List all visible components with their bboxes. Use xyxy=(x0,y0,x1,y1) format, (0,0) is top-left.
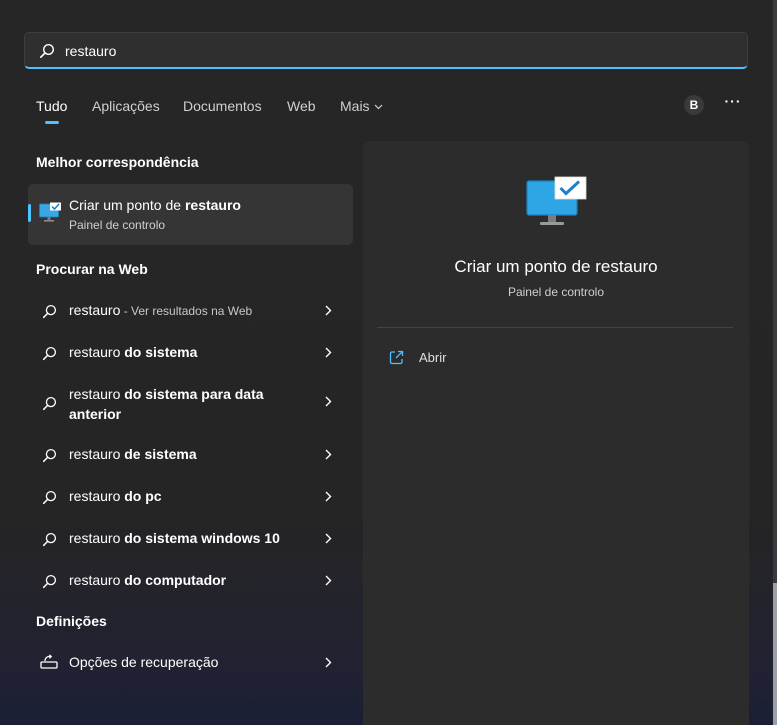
result-plain: restauro xyxy=(69,446,125,462)
search-icon xyxy=(39,43,55,58)
chevron-right-icon xyxy=(325,449,332,460)
settings-result-label: Opções de recuperação xyxy=(69,654,219,670)
tab-all[interactable]: Tudo xyxy=(36,98,67,114)
open-action-label: Abrir xyxy=(419,350,447,365)
settings-result-item[interactable]: Opções de recuperação xyxy=(28,644,353,680)
result-plain: restauro xyxy=(69,572,125,588)
chevron-right-icon xyxy=(325,396,332,407)
search-icon xyxy=(42,532,57,547)
chevron-right-icon xyxy=(325,347,332,358)
search-icon xyxy=(42,396,57,411)
web-result-label: restauro do pc xyxy=(69,486,309,506)
web-result-item[interactable]: restauro do sistema para data anterior xyxy=(28,376,353,426)
result-bold: do sistema windows 10 xyxy=(124,530,280,546)
web-result-label: restauro - Ver resultados na Web xyxy=(69,300,309,321)
web-result-label: restauro do sistema xyxy=(69,342,309,362)
best-match-title: Criar um ponto de restauro xyxy=(69,197,241,213)
best-match-title-prefix: Criar um ponto de xyxy=(69,197,185,213)
ellipsis-icon[interactable]: ··· xyxy=(723,93,743,113)
web-result-label: restauro do sistema windows 10 xyxy=(69,528,309,548)
search-icon xyxy=(42,448,57,463)
divider xyxy=(377,327,733,328)
best-match-item[interactable]: Criar um ponto de restauro Painel de con… xyxy=(28,184,353,245)
search-input[interactable] xyxy=(65,40,715,62)
chevron-right-icon xyxy=(325,491,332,502)
search-icon xyxy=(42,574,57,589)
web-result-item[interactable]: restauro do sistema windows 10 xyxy=(28,520,353,556)
result-bold: do computador xyxy=(124,572,227,588)
monitor-check-icon xyxy=(526,176,587,225)
section-web-search: Procurar na Web xyxy=(36,261,148,277)
chevron-right-icon xyxy=(325,533,332,544)
result-plain: restauro xyxy=(69,386,125,402)
tab-documents[interactable]: Documentos xyxy=(183,98,262,114)
chevron-right-icon xyxy=(325,305,332,316)
result-plain: restauro xyxy=(69,344,125,360)
detail-subtitle: Painel de controlo xyxy=(507,285,605,299)
result-plain: restauro xyxy=(69,488,125,504)
result-sub: - Ver resultados na Web xyxy=(120,304,253,318)
web-result-item[interactable]: restauro do computador xyxy=(28,562,353,598)
result-plain: restauro xyxy=(69,530,125,546)
active-tab-indicator xyxy=(45,121,59,124)
search-icon xyxy=(42,490,57,505)
monitor-check-icon xyxy=(39,202,61,222)
open-action[interactable]: Abrir xyxy=(389,348,589,368)
section-settings: Definições xyxy=(36,613,107,629)
web-result-label: restauro do sistema para data anterior xyxy=(69,384,279,424)
open-external-icon xyxy=(389,350,404,365)
tab-web[interactable]: Web xyxy=(287,98,316,114)
search-icon xyxy=(42,346,57,361)
result-plain: restauro xyxy=(69,302,121,318)
web-result-item[interactable]: restauro de sistema xyxy=(28,436,353,472)
result-bold: do pc xyxy=(124,488,162,504)
search-box[interactable] xyxy=(24,32,748,69)
web-result-label: restauro de sistema xyxy=(69,444,309,464)
search-icon xyxy=(42,304,57,319)
scrollbar-thumb[interactable] xyxy=(773,583,777,725)
result-bold: do sistema xyxy=(124,344,198,360)
detail-pane: Criar um ponto de restauro Painel de con… xyxy=(363,141,749,725)
user-avatar[interactable]: B xyxy=(684,95,704,115)
tab-more[interactable]: Mais xyxy=(340,98,383,114)
section-best-match: Melhor correspondência xyxy=(36,154,199,170)
web-result-item[interactable]: restauro do pc xyxy=(28,478,353,514)
web-result-label: restauro do computador xyxy=(69,570,309,590)
selection-indicator xyxy=(28,204,31,222)
chevron-right-icon xyxy=(325,657,332,668)
tab-more-label: Mais xyxy=(340,98,370,114)
best-match-title-bold: restauro xyxy=(184,197,241,213)
best-match-subtitle: Painel de controlo xyxy=(69,218,166,232)
detail-title: Criar um ponto de restauro xyxy=(454,257,658,276)
web-result-item[interactable]: restauro do sistema xyxy=(28,334,353,370)
web-result-item[interactable]: restauro - Ver resultados na Web xyxy=(28,292,353,328)
recovery-icon xyxy=(40,654,58,669)
chevron-right-icon xyxy=(325,575,332,586)
result-bold: de sistema xyxy=(124,446,197,462)
chevron-down-icon xyxy=(374,104,382,110)
filter-tabs: Tudo Aplicações Documentos Web Mais xyxy=(0,96,777,126)
tab-apps[interactable]: Aplicações xyxy=(92,98,160,114)
